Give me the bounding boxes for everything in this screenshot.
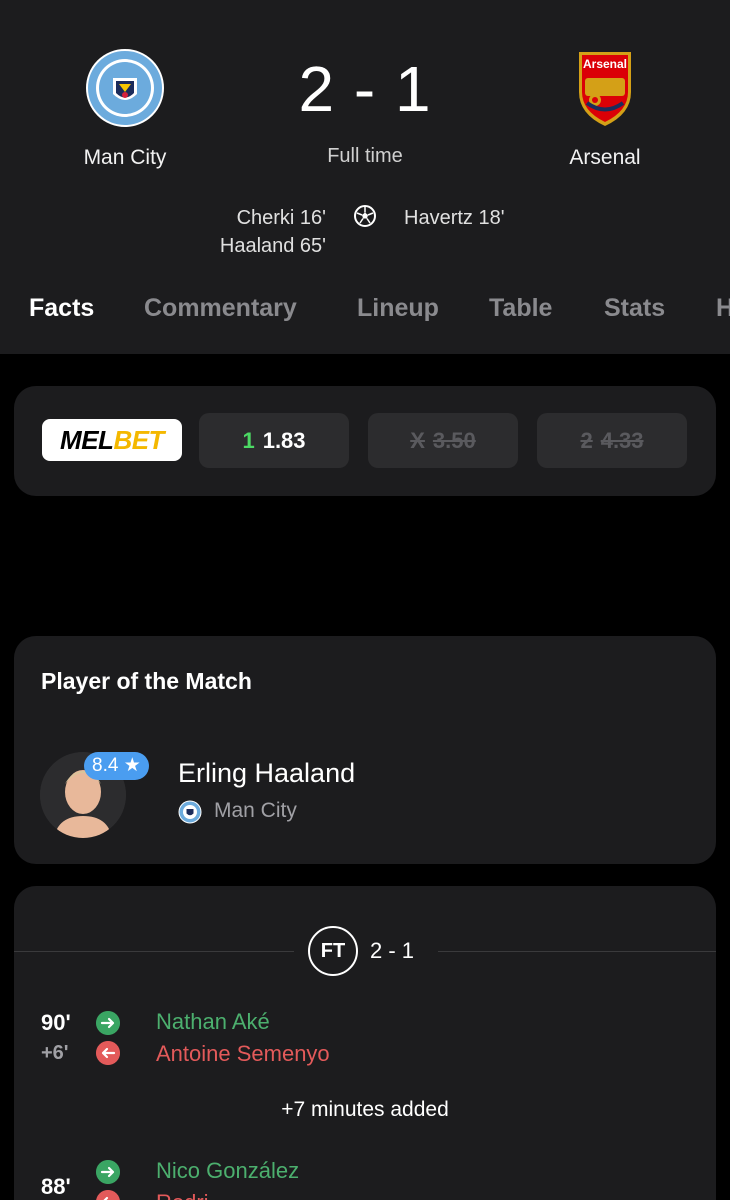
home-scorer: Cherki 16' (236, 207, 326, 229)
match-tabs: Facts Commentary Lineup Table Stats H (0, 290, 730, 334)
odds-value: 4.33 (600, 428, 644, 453)
odds-value: 3.50 (432, 428, 476, 453)
away-team-name: Arsenal (569, 146, 641, 169)
added-time-message: +7 minutes added (281, 1098, 449, 1121)
player-of-match-card[interactable]: Player of the Match 8.4 ★ Erling Haaland… (14, 636, 716, 864)
away-scorers: Havertz 18' (404, 204, 505, 232)
player-team: Man City (214, 799, 297, 822)
home-team[interactable]: Man City (35, 48, 215, 170)
tab-h2h[interactable]: H (716, 294, 730, 323)
sub-out-icon (96, 1190, 120, 1200)
away-scorer: Havertz 18' (404, 207, 505, 229)
divider (438, 951, 716, 952)
potm-title: Player of the Match (41, 668, 252, 694)
tab-lineup[interactable]: Lineup (357, 294, 439, 323)
arsenal-crest-icon: Arsenal (579, 52, 631, 126)
match-header: Man City 2 - 1 Full time Arsenal Arsenal… (0, 0, 730, 354)
event-minute: 88' (41, 1174, 71, 1199)
divider (14, 951, 294, 952)
home-team-name: Man City (83, 146, 167, 169)
sub-in-icon (96, 1011, 120, 1035)
home-scorer: Haaland 65' (219, 235, 326, 257)
football-icon (354, 205, 376, 227)
odds-outcome: 2 (580, 428, 593, 453)
man-city-crest-icon (178, 800, 202, 824)
player-name: Erling Haaland (178, 758, 356, 788)
tab-table[interactable]: Table (489, 294, 552, 323)
match-status: Full time (327, 145, 403, 167)
rating-badge: 8.4 ★ (84, 752, 149, 780)
tab-commentary[interactable]: Commentary (144, 294, 297, 323)
odds-home-button[interactable]: 1 1.83 (199, 413, 349, 468)
odds-outcome: X (410, 428, 425, 453)
player-out[interactable]: Antoine Semenyo (156, 1041, 330, 1067)
player-in[interactable]: Nathan Aké (156, 1009, 270, 1035)
odds-card: MELBET 1 1.83 X 3.50 2 4.33 (14, 386, 716, 496)
ft-score: 2 - 1 (370, 938, 415, 963)
odds-outcome: 1 (242, 428, 255, 453)
odds-draw-button[interactable]: X 3.50 (368, 413, 518, 468)
event-added-minute: +6' (41, 1042, 69, 1064)
match-score: 2 - 1 (298, 53, 432, 125)
home-scorers: Cherki 16' Haaland 65' (220, 204, 326, 260)
sub-in-icon (96, 1160, 120, 1184)
event-minute: 90' (41, 1010, 71, 1035)
odds-away-button[interactable]: 2 4.33 (537, 413, 687, 468)
player-out[interactable]: Rodri (156, 1190, 209, 1200)
melbet-logo[interactable]: MELBET (42, 419, 182, 461)
ft-badge: FT (308, 926, 358, 976)
away-team[interactable]: Arsenal Arsenal (515, 48, 695, 170)
player-in[interactable]: Nico González (156, 1158, 299, 1184)
match-events-card: FT 2 - 1 90' +6' Nathan Aké Antoine Seme… (14, 886, 716, 1200)
odds-value: 1.83 (262, 428, 306, 453)
svg-text:Arsenal: Arsenal (583, 57, 627, 71)
man-city-crest-icon (86, 49, 164, 127)
tab-facts[interactable]: Facts (29, 294, 94, 323)
sub-out-icon (96, 1041, 120, 1065)
tab-stats[interactable]: Stats (604, 294, 665, 323)
